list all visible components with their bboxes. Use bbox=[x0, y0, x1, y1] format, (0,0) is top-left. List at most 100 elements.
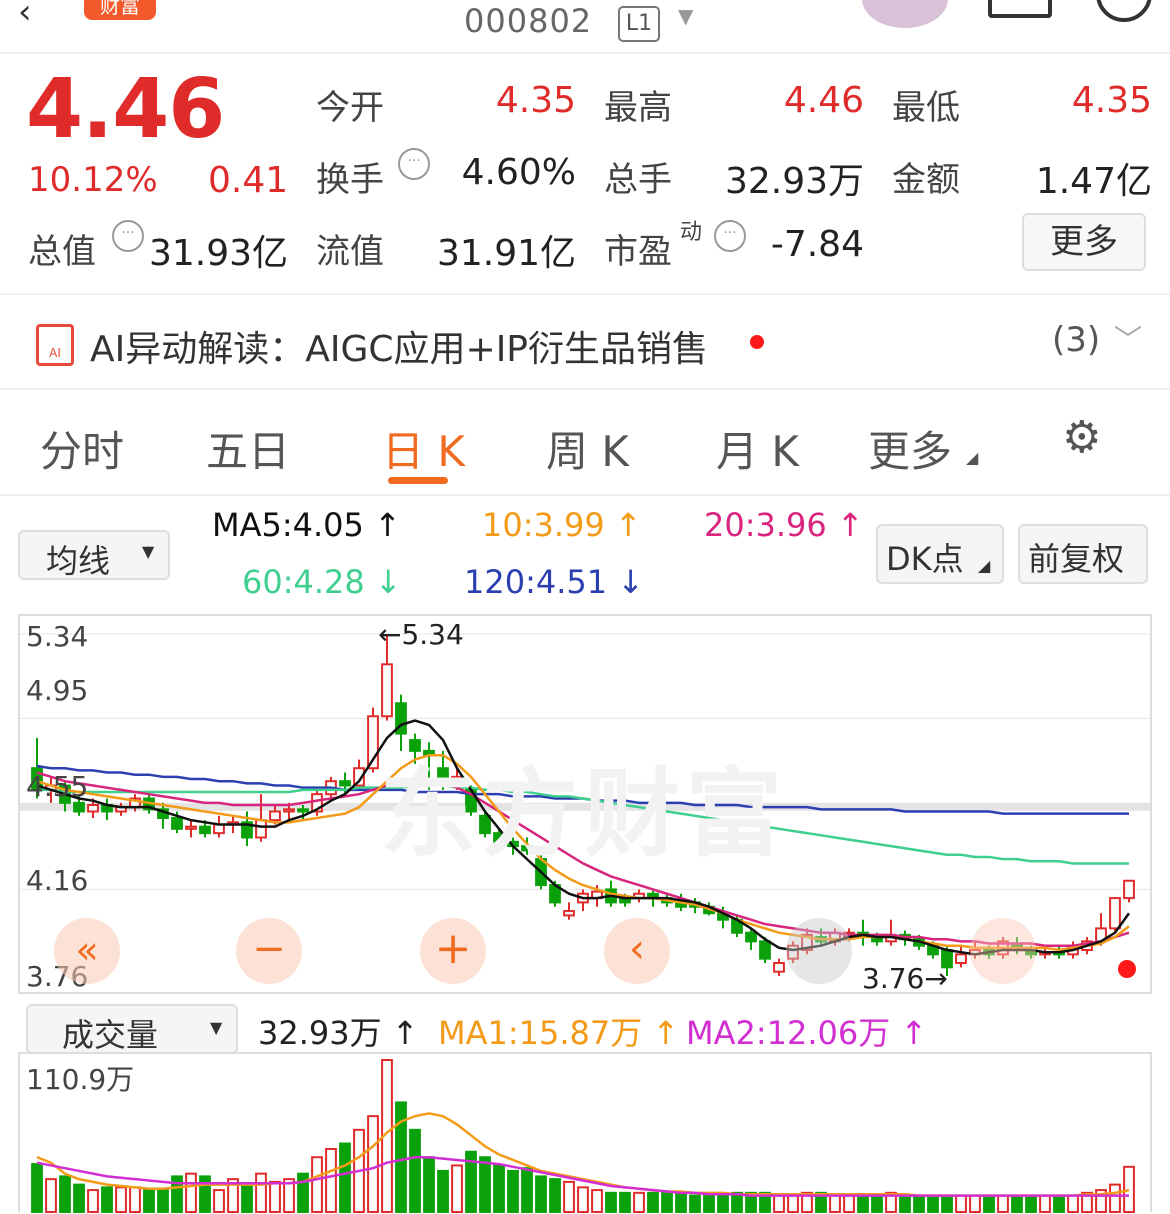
mktcap-value: 31.93亿 bbox=[148, 233, 288, 274]
volume-bar-down bbox=[73, 1183, 85, 1213]
volume-bar-down bbox=[899, 1194, 911, 1213]
volume-bar-up bbox=[969, 1194, 981, 1213]
mktcap-label: 总值 bbox=[28, 232, 96, 272]
candle-up bbox=[773, 962, 785, 973]
volume-bar-up bbox=[843, 1194, 855, 1213]
more-button[interactable]: 更多 bbox=[1022, 213, 1146, 271]
step-back-icon[interactable]: ‹ bbox=[604, 918, 670, 984]
volume-bar-down bbox=[871, 1194, 883, 1213]
tab-more[interactable]: 更多 bbox=[868, 418, 952, 479]
watchlist-icon[interactable] bbox=[988, 0, 1052, 18]
price-axis-label: 4.55 bbox=[26, 770, 89, 803]
stock-code[interactable]: 000802 bbox=[464, 2, 592, 40]
volume-bar-up bbox=[577, 1186, 589, 1213]
adjust-label: 前复权 bbox=[1028, 540, 1125, 578]
volume-bar-down bbox=[549, 1178, 561, 1213]
volume-bar-down bbox=[941, 1194, 953, 1213]
amount-label: 金额 bbox=[892, 160, 960, 200]
high-label: 最高 bbox=[604, 88, 672, 128]
volume-bar-down bbox=[619, 1191, 631, 1213]
volume-bar-up bbox=[311, 1156, 323, 1214]
candle-up bbox=[563, 910, 575, 917]
kline-chart[interactable]: 东方财富 5.34 4.95 4.55 4.16 3.76 ←5.34 3.76… bbox=[18, 614, 1152, 995]
candle-down bbox=[745, 931, 757, 943]
price-axis-label: 4.95 bbox=[26, 674, 89, 707]
volume-bar-up bbox=[1109, 1183, 1121, 1213]
chevron-down-icon: ▼ bbox=[210, 1018, 223, 1037]
indicator-select[interactable]: 均线 ▼ bbox=[18, 530, 170, 580]
high-annotation: ←5.34 bbox=[378, 618, 464, 651]
corner-triangle-icon: ◢ bbox=[978, 556, 991, 575]
volume-indicator-select[interactable]: 成交量 ▼ bbox=[26, 1004, 238, 1054]
info-icon[interactable]: ··· bbox=[398, 148, 430, 180]
tab-weekly-k[interactable]: 周 K bbox=[546, 418, 629, 479]
info-icon[interactable]: ··· bbox=[714, 220, 746, 252]
volume-bar-down bbox=[1011, 1194, 1023, 1213]
price-axis-label: 5.34 bbox=[26, 620, 89, 653]
ai-doc-icon: AI bbox=[36, 324, 74, 366]
tab-five-day[interactable]: 五日 bbox=[206, 418, 290, 479]
last-price: 4.46 bbox=[26, 62, 225, 157]
info-icon[interactable]: ··· bbox=[112, 220, 144, 252]
volume-bar-down bbox=[493, 1164, 505, 1214]
zoom-out-icon[interactable]: − bbox=[236, 918, 302, 984]
volume-bar-up bbox=[367, 1115, 379, 1214]
divider bbox=[0, 293, 1170, 295]
volume-readout: 32.93万 ↑ bbox=[258, 1014, 419, 1052]
step-forward-icon[interactable] bbox=[786, 918, 852, 984]
volume-bar-up bbox=[185, 1172, 197, 1213]
candle-down bbox=[73, 801, 85, 813]
tab-monthly-k[interactable]: 月 K bbox=[716, 418, 799, 479]
volume-bar-down bbox=[605, 1191, 617, 1213]
volume-bar-down bbox=[913, 1194, 925, 1213]
adjust-button[interactable]: 前复权 bbox=[1018, 524, 1148, 584]
volume-bar-up bbox=[255, 1172, 267, 1213]
open-label: 今开 bbox=[316, 88, 384, 128]
dk-point-button[interactable]: DK点 ◢ bbox=[876, 524, 1004, 584]
volume-bar-down bbox=[1053, 1194, 1065, 1213]
candle-up bbox=[1109, 897, 1121, 930]
volume-bar-down bbox=[675, 1191, 687, 1213]
ma120-readout: 120:4.51 ↓ bbox=[464, 563, 645, 601]
ai-count: (3) bbox=[1052, 320, 1101, 360]
volume-bar-up bbox=[1123, 1165, 1135, 1214]
back-icon[interactable]: ‹ bbox=[18, 0, 32, 32]
volume-chart[interactable]: 110.9万 bbox=[18, 1052, 1152, 1214]
gear-icon[interactable]: ⚙ bbox=[1062, 416, 1106, 460]
volume-bar-up bbox=[563, 1180, 575, 1213]
zoom-in-icon[interactable]: + bbox=[420, 918, 486, 984]
chevron-down-icon[interactable]: ﹀ bbox=[1114, 318, 1142, 358]
tab-daily-k[interactable]: 日 K bbox=[382, 418, 465, 479]
rewind-icon[interactable]: « bbox=[54, 918, 120, 984]
indicator-select-label: 均线 bbox=[46, 542, 111, 580]
chevron-down-icon: ▼ bbox=[142, 542, 155, 561]
fast-forward-icon[interactable] bbox=[970, 918, 1036, 984]
volume-bar-down bbox=[661, 1191, 673, 1213]
chevron-down-icon[interactable]: ▼ bbox=[678, 4, 693, 28]
ai-label: AI异动解读： bbox=[90, 329, 306, 370]
volume-bar-down bbox=[199, 1175, 211, 1213]
tab-intraday[interactable]: 分时 bbox=[40, 418, 124, 479]
volume-bar-up bbox=[269, 1180, 281, 1213]
volume-value: 32.93万 bbox=[724, 161, 864, 202]
volume-bar-up bbox=[325, 1148, 337, 1213]
high-value: 4.46 bbox=[783, 80, 864, 121]
volume-bar-down bbox=[703, 1194, 715, 1213]
volume-bar-down bbox=[521, 1167, 533, 1214]
level-badge[interactable]: L1 bbox=[618, 6, 660, 42]
volume-bar-up bbox=[773, 1194, 785, 1213]
volume-bar-down bbox=[31, 1163, 43, 1214]
candle-down bbox=[199, 825, 211, 835]
volume-bar-down bbox=[143, 1189, 155, 1213]
amount-value: 1.47亿 bbox=[1035, 161, 1152, 202]
candle-up bbox=[269, 810, 281, 822]
low-label: 最低 bbox=[892, 88, 960, 128]
volume-bar-up bbox=[955, 1194, 967, 1213]
active-tab-indicator bbox=[388, 477, 448, 484]
volume-ma1-readout: MA1:15.87万 ↑ bbox=[438, 1014, 680, 1052]
new-dot-icon bbox=[750, 335, 764, 349]
volume-bar-down bbox=[423, 1156, 435, 1214]
ai-topic: AIGC应用+IP衍生品销售 bbox=[305, 329, 709, 370]
app-logo: 财富 bbox=[84, 0, 156, 20]
pe-value: -7.84 bbox=[770, 224, 864, 265]
